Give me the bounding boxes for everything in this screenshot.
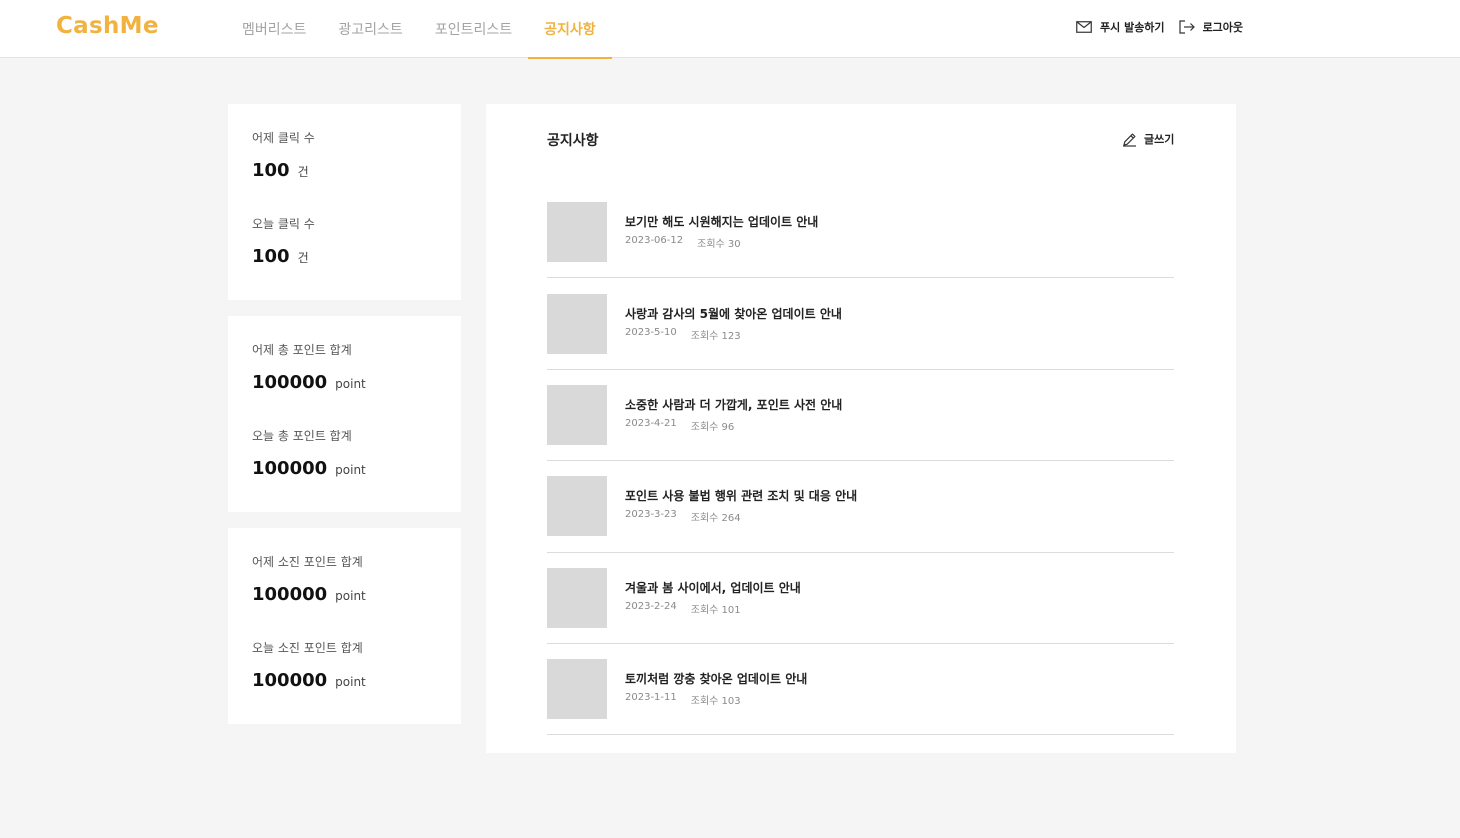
list-item[interactable]: 토끼처럼 깡충 찾아온 업데이트 안내 2023-1-11 조회수 103 [547, 644, 1174, 736]
write-label: 글쓰기 [1144, 133, 1175, 146]
notice-meta: 2023-06-12 조회수 30 [625, 235, 818, 250]
notice-thumbnail [547, 384, 607, 445]
yesterday-spent-points-value: 100000 [252, 584, 328, 605]
notice-list: 보기만 해도 시원해지는 업데이트 안내 2023-06-12 조회수 30 사… [547, 187, 1174, 736]
top-navigation-bar: CashMe 멤버리스트 광고리스트 포인트리스트 공지사항 푸시 발송하기 로… [0, 0, 1460, 59]
notice-meta: 2023-2-24 조회수 101 [625, 601, 801, 616]
notice-meta: 2023-3-23 조회수 264 [625, 509, 857, 524]
notice-views: 조회수 264 [690, 513, 741, 525]
notice-title: 토끼처럼 깡충 찾아온 업데이트 안내 [625, 672, 808, 687]
list-item[interactable]: 보기만 해도 시원해지는 업데이트 안내 2023-06-12 조회수 30 [547, 187, 1174, 279]
total-points-card: 어제 총 포인트 합계 100000 point 오늘 총 포인트 합계 100… [228, 316, 461, 512]
list-item[interactable]: 소중한 사람과 더 가깝게, 포인트 사전 안내 2023-4-21 조회수 9… [547, 370, 1174, 462]
notice-views: 조회수 30 [697, 239, 741, 251]
notice-text: 겨울과 봄 사이에서, 업데이트 안내 2023-2-24 조회수 101 [625, 580, 801, 616]
yesterday-total-points-label: 어제 총 포인트 합계 [252, 343, 352, 357]
notice-views: 조회수 101 [690, 604, 741, 616]
yesterday-total-points-unit: point [335, 377, 366, 391]
yesterday-spent-points-row: 100000 point [252, 584, 437, 624]
notice-date: 2023-5-10 [625, 326, 677, 338]
notice-text: 사랑과 감사의 5월에 찾아온 업데이트 안내 2023-5-10 조회수 12… [625, 306, 842, 342]
notice-thumbnail [547, 293, 607, 354]
notice-views: 조회수 96 [690, 421, 735, 433]
notice-meta: 2023-1-11 조회수 103 [625, 692, 807, 707]
notice-title: 겨울과 봄 사이에서, 업데이트 안내 [625, 580, 801, 595]
list-item[interactable]: 사랑과 감사의 5월에 찾아온 업데이트 안내 2023-5-10 조회수 12… [547, 278, 1174, 370]
notice-text: 소중한 사람과 더 가깝게, 포인트 사전 안내 2023-4-21 조회수 9… [625, 397, 842, 433]
mail-icon [1076, 21, 1092, 33]
list-item[interactable]: 겨울과 봄 사이에서, 업데이트 안내 2023-2-24 조회수 101 [547, 553, 1174, 644]
yesterday-clicks-row: 100 건 [252, 160, 437, 200]
yesterday-total-points-row: 100000 point [252, 372, 437, 412]
logout-button[interactable]: 로그아웃 [1178, 19, 1244, 35]
notice-date: 2023-06-12 [625, 235, 684, 247]
notice-text: 토끼처럼 깡충 찾아온 업데이트 안내 2023-1-11 조회수 103 [625, 671, 807, 707]
yesterday-total-points-value: 100000 [252, 372, 328, 393]
write-button[interactable]: 글쓰기 [1122, 131, 1174, 147]
send-push-button[interactable]: 푸시 발송하기 [1076, 19, 1165, 35]
notice-date: 2023-4-21 [625, 417, 677, 429]
notice-title: 포인트 사용 불법 행위 관련 조치 및 대응 안내 [625, 489, 858, 504]
send-push-label: 푸시 발송하기 [1100, 21, 1165, 34]
notice-panel: 공지사항 글쓰기 보기만 해도 시원해지는 업데이트 안내 2023-06-12… [486, 104, 1236, 753]
today-spent-points-label: 오늘 소진 포인트 합계 [252, 641, 363, 655]
nav-member-list[interactable]: 멤버리스트 [226, 0, 322, 58]
today-total-points-unit: point [335, 463, 366, 477]
logout-icon [1178, 20, 1195, 34]
today-total-points-row: 100000 point [252, 458, 437, 498]
header-actions: 푸시 발송하기 로그아웃 [1076, 19, 1257, 35]
today-spent-points-row: 100000 point [252, 670, 437, 710]
panel-title: 공지사항 [547, 133, 599, 149]
nav-ad-list[interactable]: 광고리스트 [322, 0, 418, 58]
today-clicks-row: 100 건 [252, 246, 437, 286]
today-total-points-label: 오늘 총 포인트 합계 [252, 429, 352, 443]
yesterday-clicks-label: 어제 클릭 수 [252, 131, 315, 145]
nav-notice[interactable]: 공지사항 [528, 0, 612, 59]
yesterday-spent-points-unit: point [335, 589, 366, 603]
notice-title: 소중한 사람과 더 가깝게, 포인트 사전 안내 [625, 397, 843, 412]
notice-thumbnail [547, 202, 607, 263]
notice-title: 보기만 해도 시원해지는 업데이트 안내 [625, 215, 819, 230]
main-nav: 멤버리스트 광고리스트 포인트리스트 공지사항 [226, 0, 612, 59]
notice-date: 2023-1-11 [625, 692, 677, 704]
notice-title: 사랑과 감사의 5월에 찾아온 업데이트 안내 [625, 306, 842, 321]
spent-points-card: 어제 소진 포인트 합계 100000 point 오늘 소진 포인트 합계 1… [228, 528, 461, 724]
click-stats-card: 어제 클릭 수 100 건 오늘 클릭 수 100 건 [228, 104, 461, 300]
list-item[interactable]: 포인트 사용 불법 행위 관련 조치 및 대응 안내 2023-3-23 조회수… [547, 461, 1174, 553]
today-spent-points-value: 100000 [252, 670, 328, 691]
nav-point-list[interactable]: 포인트리스트 [419, 0, 528, 58]
notice-thumbnail [547, 567, 607, 628]
notice-date: 2023-2-24 [625, 600, 677, 612]
yesterday-spent-points-label: 어제 소진 포인트 합계 [252, 555, 363, 569]
today-clicks-label: 오늘 클릭 수 [252, 217, 315, 231]
notice-thumbnail [547, 476, 607, 537]
logout-label: 로그아웃 [1202, 21, 1244, 34]
notice-date: 2023-3-23 [625, 509, 677, 521]
today-clicks-value: 100 [252, 246, 290, 267]
notice-text: 보기만 해도 시원해지는 업데이트 안내 2023-06-12 조회수 30 [625, 214, 818, 250]
pencil-icon [1123, 133, 1136, 147]
notice-thumbnail [547, 659, 607, 720]
notice-text: 포인트 사용 불법 행위 관련 조치 및 대응 안내 2023-3-23 조회수… [625, 488, 857, 524]
today-total-points-value: 100000 [252, 458, 328, 479]
stats-sidebar: 어제 클릭 수 100 건 오늘 클릭 수 100 건 어제 총 포인트 합계 … [228, 104, 461, 740]
notice-views: 조회수 123 [690, 330, 741, 342]
yesterday-clicks-value: 100 [252, 160, 290, 181]
cashme-logo[interactable]: CashMe [56, 13, 159, 39]
notice-meta: 2023-4-21 조회수 96 [625, 418, 842, 433]
today-spent-points-unit: point [335, 675, 366, 689]
notice-views: 조회수 103 [690, 696, 741, 708]
yesterday-clicks-unit: 건 [297, 165, 309, 179]
today-clicks-unit: 건 [297, 251, 309, 265]
notice-meta: 2023-5-10 조회수 123 [625, 327, 842, 342]
